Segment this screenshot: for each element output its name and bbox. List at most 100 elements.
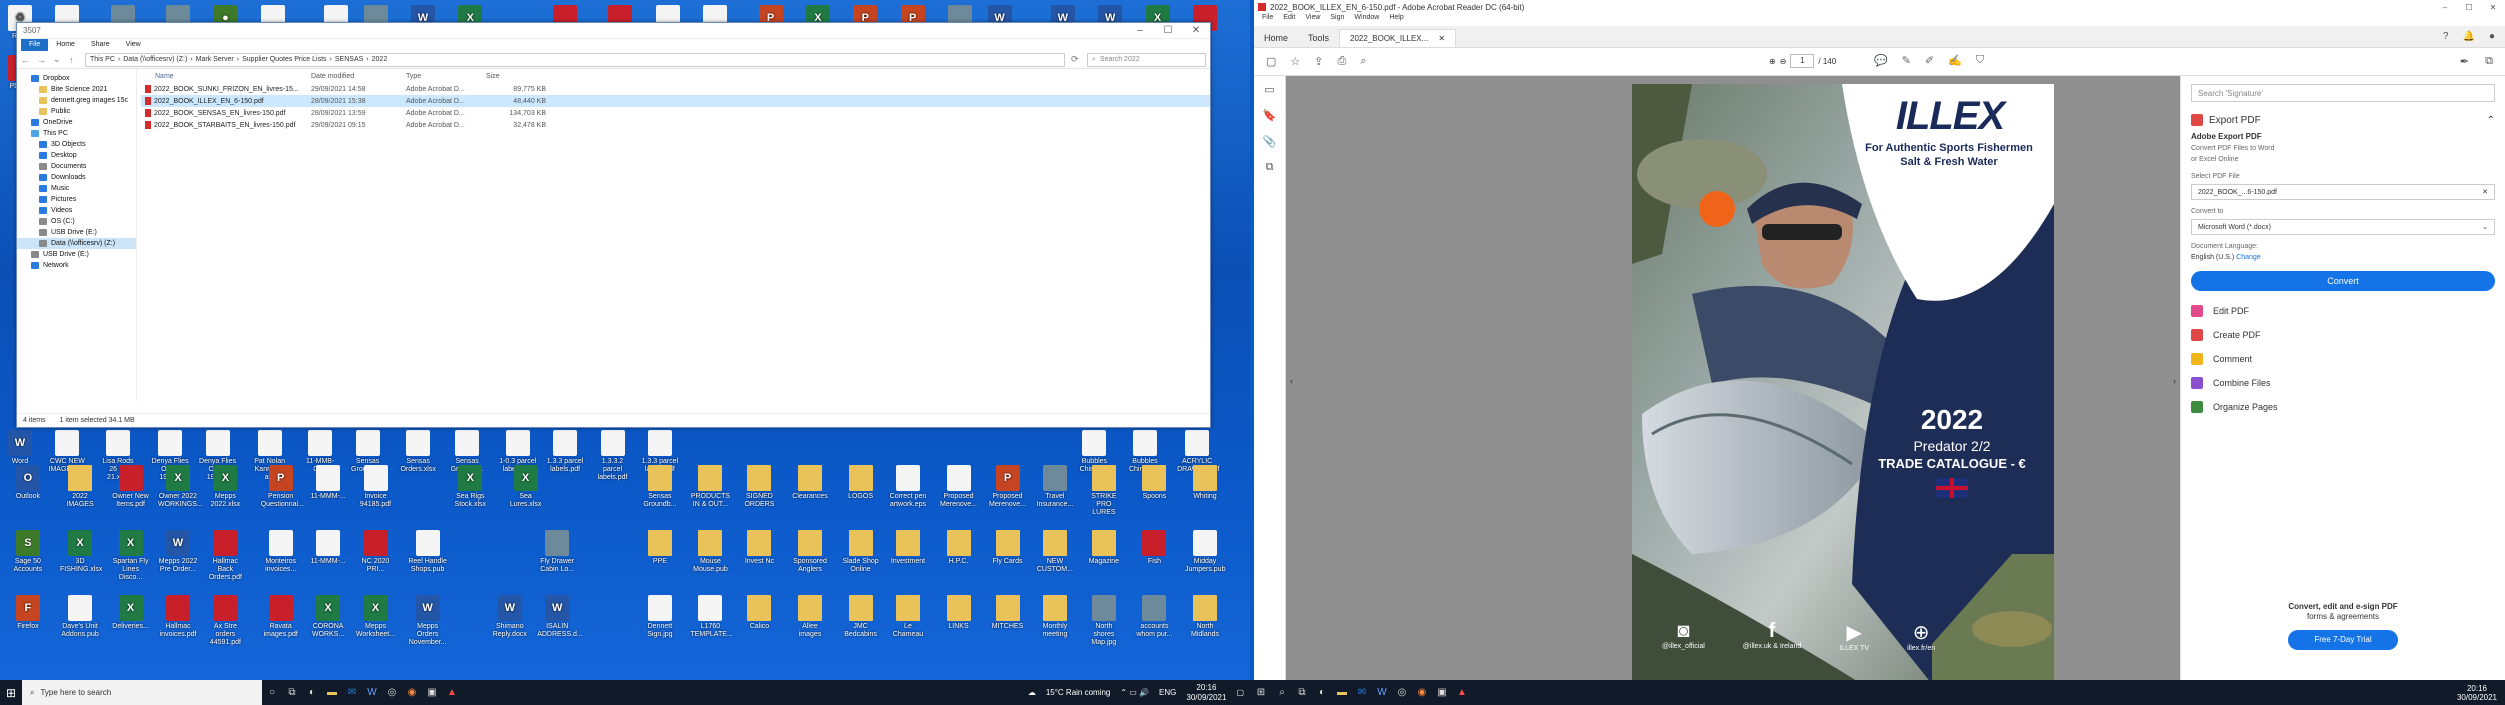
- desktop-icon[interactable]: L1760 TEMPLATE...: [690, 595, 733, 639]
- page-number-input[interactable]: 1: [1790, 54, 1815, 68]
- clock[interactable]: 20:16 30/09/2021: [1186, 683, 1226, 703]
- clock-2[interactable]: 20:16 30/09/2021: [2457, 684, 2497, 702]
- more-tools-icon[interactable]: ⧉: [2485, 55, 2493, 68]
- edge-icon[interactable]: ◐: [302, 680, 322, 705]
- menu-window[interactable]: Window: [1354, 14, 1379, 26]
- desktop-icon[interactable]: 11-MMM-...: [308, 465, 348, 501]
- back-arrow-icon[interactable]: ←: [21, 55, 31, 65]
- desktop-icon[interactable]: North shores Map.jpg: [1084, 595, 1124, 647]
- up-arrow-icon[interactable]: ↑: [69, 55, 79, 65]
- nav-item[interactable]: Network: [17, 260, 136, 271]
- tab-home[interactable]: Home: [1254, 29, 1298, 47]
- menu-edit[interactable]: Edit: [1283, 14, 1295, 26]
- nav-item[interactable]: Videos: [17, 205, 136, 216]
- desktop-icon[interactable]: X Owner 2022 WORKINGS...: [158, 465, 203, 509]
- collapse-chevron-icon[interactable]: ⌃: [2487, 115, 2495, 126]
- share-pen-icon[interactable]: ✒: [2460, 55, 2469, 68]
- desktop-icon[interactable]: PPE: [640, 530, 680, 566]
- desktop-icon[interactable]: 1.3.3.2 parcel labels.pdf: [593, 430, 633, 482]
- desktop-icon[interactable]: O Outlook: [8, 465, 48, 501]
- app-icon[interactable]: ▣: [422, 680, 442, 705]
- desktop-icon[interactable]: LINKS: [939, 595, 979, 631]
- breadcrumb-sensas[interactable]: SENSAS: [335, 56, 363, 63]
- nav-item[interactable]: Music: [17, 183, 136, 194]
- refresh-icon[interactable]: ⟳: [1071, 54, 1081, 65]
- upload-icon[interactable]: ⇪: [1314, 55, 1323, 68]
- desktop-icon[interactable]: F Firefox: [8, 595, 48, 631]
- collapse-left-icon[interactable]: ‹: [1290, 376, 1293, 386]
- desktop-icon[interactable]: P Proposed Merenove...: [988, 465, 1028, 509]
- column-type[interactable]: Type: [406, 73, 486, 80]
- outlook-icon[interactable]: ✉: [342, 680, 362, 705]
- desktop-icon[interactable]: accounts whom pur...: [1134, 595, 1174, 639]
- desktop-icon[interactable]: Sensas Groundb...: [640, 465, 680, 509]
- desktop-icon[interactable]: Monteiros invoices...: [261, 530, 301, 574]
- desktop-icon[interactable]: X Spartan Fly Lines Disco...: [111, 530, 151, 582]
- desktop-icon[interactable]: Correct pen artwork.eps: [888, 465, 928, 509]
- desktop-icon[interactable]: Whiting: [1185, 465, 1225, 501]
- language-indicator[interactable]: ENG: [1159, 688, 1176, 697]
- breadcrumb-2022[interactable]: 2022: [372, 56, 388, 63]
- menu-file[interactable]: File: [1262, 14, 1273, 26]
- firefox-icon-2[interactable]: ◉: [1412, 680, 1432, 705]
- nav-item[interactable]: Dropbox: [17, 73, 136, 84]
- address-bar[interactable]: This PC › Data (\\officesrv) (Z:) › Mark S…: [85, 52, 1065, 67]
- desktop-icon[interactable]: Clearances: [790, 465, 830, 501]
- file-row[interactable]: 2022_BOOK_STARBAITS_EN_livres-150.pdf 29/…: [141, 119, 1210, 131]
- nav-item[interactable]: Downloads: [17, 172, 136, 183]
- desktop-icon[interactable]: X Mepps 2022.xlsx: [205, 465, 245, 509]
- comment-icon[interactable]: 💬: [1874, 54, 1888, 67]
- desktop-icon[interactable]: Reel Handle Shops.pub: [408, 530, 448, 574]
- tab-document[interactable]: 2022_BOOK_ILLEX... ✕: [1339, 29, 1457, 47]
- desktop-icon[interactable]: STRIKE PRO LURES: [1084, 465, 1124, 517]
- firefox-icon[interactable]: ◉: [402, 680, 422, 705]
- tool-item[interactable]: Organize Pages: [2181, 395, 2505, 419]
- nav-item[interactable]: 3D Objects: [17, 139, 136, 150]
- desktop-icon[interactable]: Monthly meeting: [1035, 595, 1075, 639]
- desktop-icon[interactable]: H.P.C.: [939, 530, 979, 566]
- acrobat-close-icon[interactable]: ✕: [2481, 3, 2505, 12]
- app-icon-2[interactable]: ▣: [1432, 680, 1452, 705]
- desktop-icon[interactable]: X 3D FISHING.xlsx: [60, 530, 102, 574]
- cortana-icon[interactable]: ○: [262, 680, 282, 705]
- desktop-icon[interactable]: X CORONA WORKS...: [308, 595, 348, 639]
- file-row[interactable]: 2022_BOOK_ILLEX_EN_6-150.pdf 28/09/2021 1…: [141, 95, 1210, 107]
- desktop-icon[interactable]: Allee images: [790, 595, 830, 639]
- desktop-icon[interactable]: NC 2020 PRI...: [356, 530, 396, 574]
- nav-item[interactable]: OS (C:): [17, 216, 136, 227]
- breadcrumb-data[interactable]: Data (\\officesrv) (Z:): [123, 56, 187, 63]
- desktop-icon[interactable]: Fly Cards: [988, 530, 1028, 566]
- nav-item[interactable]: Bite Science 2021: [17, 84, 136, 95]
- desktop-icon[interactable]: Spoons: [1134, 465, 1174, 501]
- desktop-icon[interactable]: Calico: [739, 595, 779, 631]
- document-canvas[interactable]: ILLEX For Authentic Sports Fishermen Sal…: [1286, 76, 2180, 684]
- desktop-icon[interactable]: Fish: [1134, 530, 1174, 566]
- chrome-icon[interactable]: ◎: [382, 680, 402, 705]
- ribbon-view-tab[interactable]: View: [118, 39, 149, 51]
- help-icon[interactable]: ?: [2443, 31, 2449, 42]
- file-row[interactable]: 2022_BOOK_SENSAS_EN_livres-150.pdf 28/09/…: [141, 107, 1210, 119]
- ribbon-file-tab[interactable]: File: [21, 39, 49, 51]
- nav-item[interactable]: Desktop: [17, 150, 136, 161]
- desktop-icon[interactable]: X Mepps Worksheet...: [356, 595, 396, 639]
- tab-tools[interactable]: Tools: [1298, 29, 1339, 47]
- forward-arrow-icon[interactable]: →: [37, 55, 47, 65]
- desktop-icon[interactable]: Hallmac Back Orders.pdf: [205, 530, 245, 582]
- desktop-icon[interactable]: X Sea Rigs Stock.xlsx: [450, 465, 490, 509]
- desktop-icon[interactable]: Owner New Items.pdf: [111, 465, 151, 509]
- export-pdf-header[interactable]: Export PDF ⌃: [2181, 110, 2505, 130]
- bookmarks-icon[interactable]: 🔖: [1254, 102, 1285, 128]
- desktop-icon[interactable]: Travel Insurance...: [1035, 465, 1075, 509]
- desktop-icon[interactable]: NEW CUSTOM...: [1035, 530, 1075, 574]
- minimize-icon[interactable]: –: [1126, 25, 1154, 36]
- desktop-icon[interactable]: SIGNED ORDERS: [739, 465, 779, 509]
- ribbon-home-tab[interactable]: Home: [48, 39, 83, 51]
- desktop-icon[interactable]: PRODUCTS IN & OUT...: [690, 465, 730, 509]
- nav-item[interactable]: USB Drive (E:): [17, 227, 136, 238]
- acrobat-maximize-icon[interactable]: ☐: [2457, 3, 2481, 12]
- free-trial-button[interactable]: Free 7-Day Trial: [2288, 630, 2398, 650]
- task-view-icon-2[interactable]: ⧉: [1292, 680, 1312, 705]
- column-date[interactable]: Date modified: [311, 73, 406, 80]
- column-size[interactable]: Size: [486, 73, 546, 80]
- tray-icons[interactable]: ⌃ ▭ 🔊: [1120, 688, 1149, 697]
